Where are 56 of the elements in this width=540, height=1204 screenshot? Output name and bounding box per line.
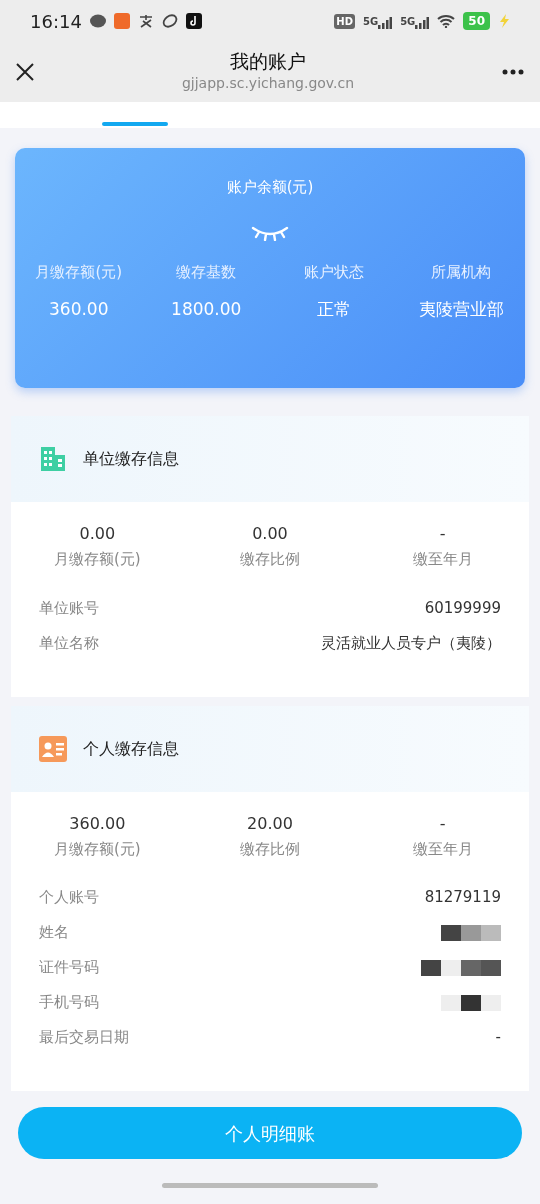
building-icon [39,445,67,473]
stat-value: 360.00 [68,812,127,835]
stat-value: 0.00 [251,523,289,545]
stat-value: 1800.00 [170,298,243,321]
detail-button[interactable]: 个人明细账 [18,1107,522,1159]
field-label: 姓名 [39,922,69,944]
stat-label: 月缴存额(元) [52,838,142,860]
signal-icon [415,16,430,29]
page-url: gjjapp.sc.yichang.gov.cn [181,73,355,93]
stat-value: - [438,523,447,545]
stat-label: 缴存比例 [238,549,301,570]
stat-value: 360.00 [48,298,110,321]
chat-bubble-icon [89,13,106,29]
balance-label: 账户余额(元) [225,177,315,198]
stat-label: 缴至年月 [411,549,474,570]
app-icon [161,13,178,29]
stat-label: 缴至年月 [411,838,474,860]
stat-label: 所属机构 [430,261,493,283]
network-label: 5G [362,14,379,29]
stat-label: 缴存比例 [238,838,301,860]
app-icon [137,13,154,29]
field-label: 单位名称 [39,632,99,654]
close-icon[interactable] [16,63,34,81]
wifi-icon [437,14,456,28]
stat-value: 0.00 [78,523,117,545]
charging-icon [498,14,510,28]
stat-label: 月缴存额(元) [34,261,124,283]
field-value: - [495,1027,501,1049]
field-label: 手机号码 [39,992,99,1014]
network-label: HD [334,13,355,29]
field-value: 60199999 [424,597,501,619]
field-label: 单位账号 [39,597,99,619]
closed-eye-icon[interactable] [251,224,289,241]
field-value: 灵活就业人员专户（夷陵） [321,632,501,654]
clock-time: 16:14 [30,9,82,34]
stat-value: 夷陵营业部 [417,298,505,321]
field-label: 最后交易日期 [39,1027,129,1049]
stat-label: 账户状态 [302,261,365,283]
field-label: 个人账号 [39,887,99,909]
stat-value: 20.00 [246,812,294,835]
section-title: 个人缴存信息 [83,737,179,760]
stat-label: 缴存基数 [175,261,238,283]
more-icon[interactable] [502,69,524,75]
app-icon [185,13,202,29]
app-icon [113,13,130,29]
battery-level: 50 [463,12,490,30]
id-card-icon [39,735,67,762]
stat-value: 正常 [315,298,352,321]
stat-value: - [438,812,447,835]
field-value: 81279119 [424,887,501,909]
page-title: 我的账户 [229,50,307,73]
signal-icon [378,16,393,29]
network-label: 5G [400,14,416,29]
field-label: 证件号码 [39,957,99,979]
stat-label: 月缴存额(元) [52,549,142,570]
section-title: 单位缴存信息 [83,448,179,470]
